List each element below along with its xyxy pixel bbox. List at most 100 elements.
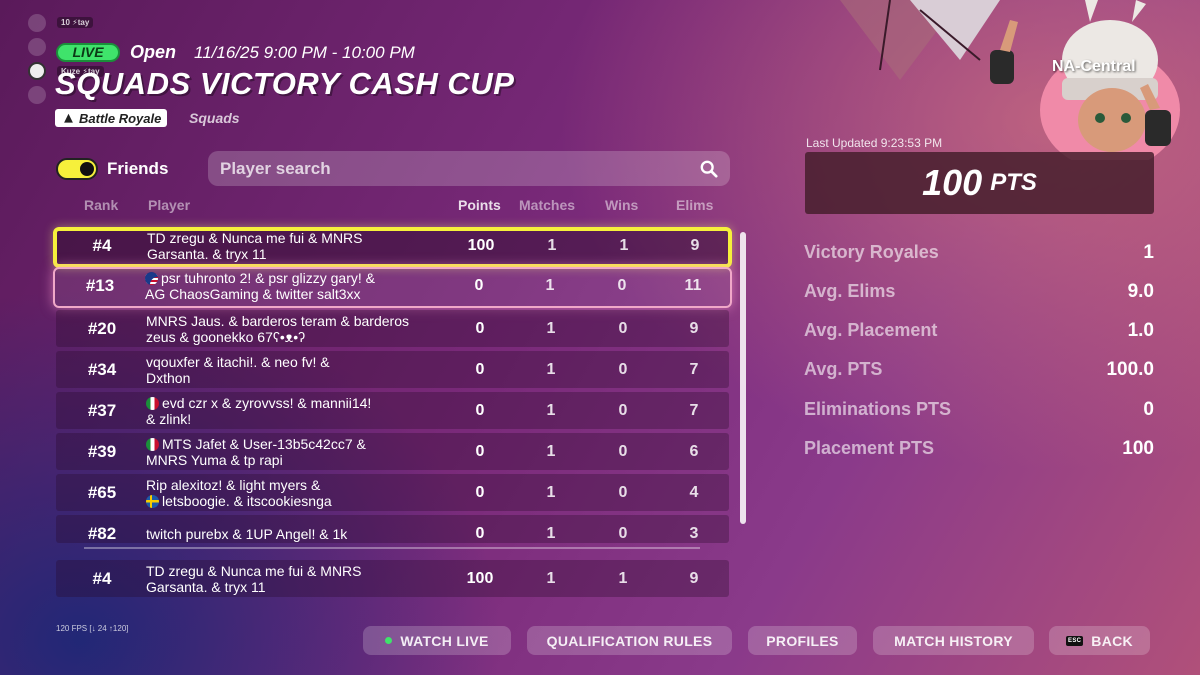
column-header-wins[interactable]: Wins [605,197,638,213]
row-wins: 1 [618,569,628,587]
qualification-rules-label: QUALIFICATION RULES [546,632,713,649]
column-header-matches[interactable]: Matches [519,197,575,213]
stat-value: 100.0 [1106,359,1154,380]
row-rank: #82 [87,523,117,543]
player-names-line: Dxthon [146,369,191,386]
total-points-value: 100 [922,162,983,203]
table-row[interactable]: #4 TD zregu & Nunca me fui & MNRS Garsant… [53,227,732,268]
player-names-line: AG ChaosGaming & twitter salt3xx [145,285,361,302]
row-matches: 1 [546,483,556,501]
row-wins: 0 [617,276,627,294]
back-button[interactable]: ESC BACK [1049,626,1150,655]
table-row[interactable]: #34 vqouxfer & itachi!. & neo fv! & Dxtho… [56,351,729,388]
row-points: 100 [467,236,495,254]
row-player: vqouxfer & itachi!. & neo fv! & Dxthon [146,351,446,388]
watch-live-button[interactable]: WATCH LIVE [363,626,511,655]
row-elims: 9 [689,319,699,337]
row-points: 0 [475,442,485,460]
stat-value: 9.0 [1127,281,1154,302]
player-search-input[interactable]: Player search [208,151,730,186]
row-wins: 0 [618,524,628,542]
esc-key-icon: ESC [1066,635,1084,646]
row-elims: 7 [689,401,699,419]
row-wins: 0 [618,442,628,460]
player-names-line: Rip alexitoz! & light myers & [146,476,321,493]
player-names-line: TD zregu & Nunca me fui & MNRS [147,229,363,246]
party-avatar[interactable] [28,38,46,56]
friends-toggle[interactable] [56,158,98,180]
flag-us-icon [145,271,158,285]
player-names-line: vqouxfer & itachi!. & neo fv! & [146,353,330,370]
player-names-line: MTS Jafet & User-13b5c42cc7 & [162,435,366,452]
player-names-line: MNRS Yuma & tp rapi [146,451,283,468]
table-row[interactable]: #65 Rip alexitoz! & light myers & letsboo… [56,474,729,511]
table-row[interactable]: #39 MTS Jafet & User-13b5c42cc7 & MNRS Yu… [56,433,729,470]
row-player: MNRS Jaus. & barderos teram & barderos ze… [146,310,446,347]
row-rank: #20 [87,318,117,338]
party-member-tag: 10 ⚡tay [57,17,94,28]
row-rank: #65 [87,482,117,502]
column-header-elims[interactable]: Elims [676,197,713,213]
stat-label: Avg. PTS [804,359,883,379]
player-names-line: TD zregu & Nunca me fui & MNRS [146,562,362,579]
row-player: twitch purebx & 1UP Angel! & 1k [146,515,446,543]
match-history-button[interactable]: MATCH HISTORY [873,626,1034,655]
player-names-line: letsboogie. & itscookiesnga [162,492,332,509]
stat-label: Eliminations PTS [804,399,952,419]
friends-toggle-label: Friends [107,159,169,178]
player-names-line: zeus & goonekko 67ʕ•ᴥ•ʔ [146,328,306,345]
player-names-line: Garsanta. & tryx 11 [147,245,267,262]
row-elims: 7 [689,360,699,378]
page-title: SQUADS VICTORY CASH CUP [55,66,515,101]
stat-value: 0 [1143,399,1154,420]
search-icon[interactable] [700,160,718,178]
row-rank: #34 [87,359,117,379]
row-points: 0 [475,360,485,378]
row-player: TD zregu & Nunca me fui & MNRS Garsanta. … [146,560,446,597]
pinned-player-row[interactable]: #4 TD zregu & Nunca me fui & MNRS Garsant… [56,560,729,597]
row-matches: 1 [546,524,556,542]
flag-mx-icon [146,396,159,410]
row-player: MTS Jafet & User-13b5c42cc7 & MNRS Yuma &… [146,433,446,470]
row-points: 0 [475,524,485,542]
row-wins: 0 [618,401,628,419]
last-updated: Last Updated 9:23:53 PM [806,136,943,150]
row-points: 0 [475,483,485,501]
party-avatar[interactable] [28,62,46,80]
row-rank: #4 [92,235,112,255]
row-player: TD zregu & Nunca me fui & MNRS Garsanta. … [147,229,447,262]
fps-counter: 120 FPS [↓ 24 ↑120] [56,624,129,633]
qualification-rules-button[interactable]: QUALIFICATION RULES [527,626,732,655]
stat-label: Victory Royales [804,242,939,262]
row-rank: #4 [92,568,112,588]
flag-mx-icon [146,437,159,451]
stat-value: 100 [1122,438,1154,459]
row-points: 0 [475,319,485,337]
party-avatar[interactable] [28,14,46,32]
table-row[interactable]: #20 MNRS Jaus. & barderos teram & barder… [56,310,729,347]
row-matches: 1 [546,569,556,587]
party-avatar[interactable] [28,86,46,104]
back-label: BACK [1091,632,1133,649]
row-rank: #37 [87,400,117,420]
battle-royale-icon [64,113,73,123]
total-points-box: 100 PTS [805,152,1154,214]
total-points-unit: PTS [990,169,1037,196]
row-points: 100 [466,569,494,587]
column-header-points[interactable]: Points [458,197,501,213]
match-history-label: MATCH HISTORY [894,632,1013,649]
toggle-knob [80,162,94,176]
profiles-button[interactable]: PROFILES [748,626,857,655]
stat-label: Placement PTS [804,438,935,458]
player-names-line: twitch purebx & 1UP Angel! & 1k [146,525,348,542]
table-row[interactable]: #37 evd czr x & zyrovvss! & mannii14! & z… [56,392,729,429]
row-matches: 1 [545,276,555,294]
table-scrollbar[interactable] [740,232,746,524]
row-elims: 3 [689,524,699,542]
table-row[interactable]: #82 twitch purebx & 1UP Angel! & 1k 0 1 … [56,515,729,543]
column-header-rank: Rank [84,197,119,213]
row-points: 0 [474,276,484,294]
table-row[interactable]: #13 psr tuhronto 2! & psr glizzy gary! &… [53,267,732,308]
stat-value: 1 [1143,242,1154,263]
event-status: Open [130,42,177,62]
